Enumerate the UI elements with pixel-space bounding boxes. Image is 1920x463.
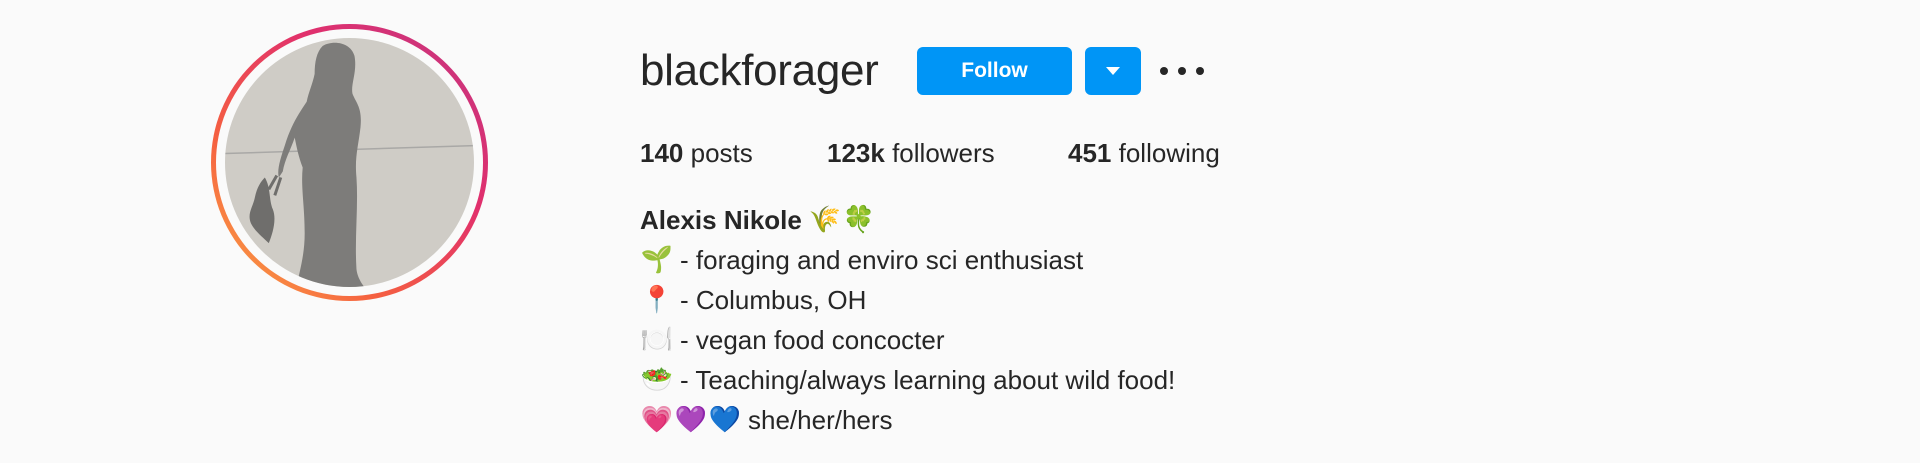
followers-count: 123k [827, 138, 885, 168]
profile-header: blackforager Follow 140 posts 123k follo… [0, 0, 1920, 463]
ellipsis-icon [1196, 67, 1204, 75]
pink-heart-emoji-icon: 💗 [640, 405, 674, 435]
ellipsis-icon [1160, 67, 1168, 75]
bio-line: 🍽️ - vegan food concocter [640, 320, 1175, 360]
bio-line: 📍 - Columbus, OH [640, 280, 1175, 320]
full-name-line: Alexis Nikole 🌾 🍀 [640, 200, 1175, 240]
bio-line-text: - foraging and enviro sci enthusiast [680, 245, 1084, 275]
story-ring[interactable] [211, 24, 488, 301]
rice-emoji-icon: 🌾 [808, 205, 842, 235]
caret-down-icon [1106, 67, 1120, 75]
posts-stat[interactable]: 140 posts [640, 136, 753, 170]
avatar[interactable] [225, 38, 474, 287]
blue-heart-emoji-icon: 💙 [708, 405, 742, 435]
posts-label: posts [690, 138, 753, 168]
following-count: 451 [1068, 138, 1112, 168]
seedling-emoji-icon: 🌱 [640, 245, 674, 275]
pronouns-line: 💗 💜 💙 she/her/hers [640, 400, 1175, 440]
following-stat[interactable]: 451 following [1068, 136, 1220, 170]
avatar-frame [216, 29, 483, 296]
more-options-button[interactable] [1160, 58, 1204, 84]
pin-emoji-icon: 📍 [640, 285, 674, 315]
pronouns: she/her/hers [748, 405, 893, 435]
bio-line-text: - vegan food concocter [680, 325, 945, 355]
following-label: following [1118, 138, 1220, 168]
bio-line-text: - Columbus, OH [680, 285, 867, 315]
username: blackforager [640, 46, 879, 95]
clover-emoji-icon: 🍀 [842, 205, 876, 235]
bio-line-text: - Teaching/always learning about wild fo… [680, 365, 1176, 395]
bio-line: 🌱 - foraging and enviro sci enthusiast [640, 240, 1175, 280]
followers-label: followers [892, 138, 995, 168]
avatar-photo [225, 38, 474, 287]
full-name: Alexis Nikole [640, 205, 802, 235]
bio-line: 🥗 - Teaching/always learning about wild … [640, 360, 1175, 400]
posts-count: 140 [640, 138, 684, 168]
bio: Alexis Nikole 🌾 🍀 🌱 - foraging and envir… [640, 200, 1175, 440]
followers-stat[interactable]: 123k followers [827, 136, 995, 170]
plate-emoji-icon: 🍽️ [640, 325, 674, 355]
purple-heart-emoji-icon: 💜 [674, 405, 708, 435]
follow-button[interactable]: Follow [917, 47, 1072, 95]
ellipsis-icon [1178, 67, 1186, 75]
salad-emoji-icon: 🥗 [640, 365, 674, 395]
suggested-accounts-button[interactable] [1085, 47, 1141, 95]
